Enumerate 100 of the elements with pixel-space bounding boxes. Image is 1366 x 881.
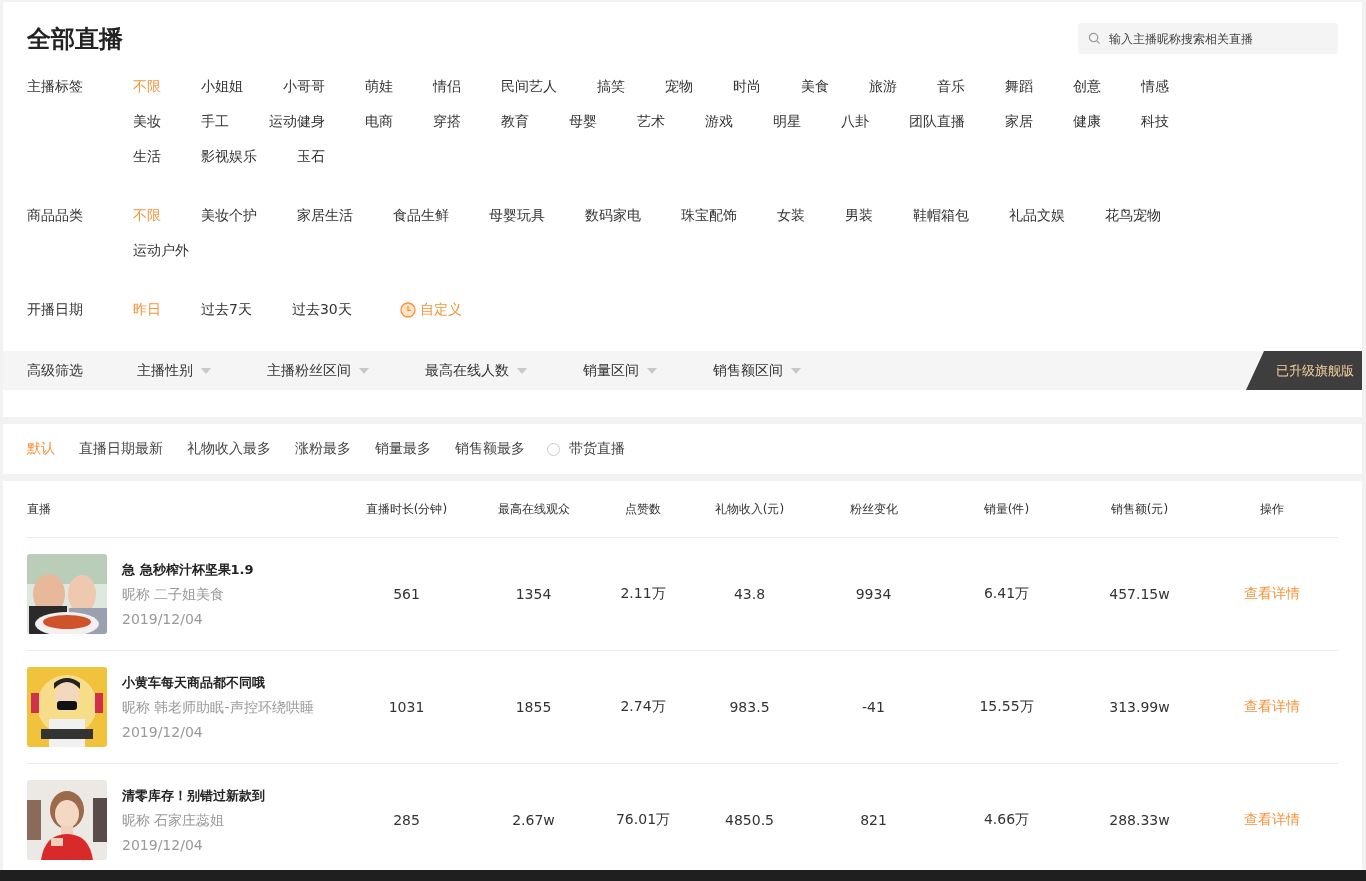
filter-option[interactable]: 游戏 — [705, 104, 733, 139]
filter-option[interactable]: 科技 — [1141, 104, 1169, 139]
goods-live-toggle[interactable]: 带货直播 — [547, 440, 625, 458]
column-header: 礼物收入(元) — [713, 500, 786, 518]
table-cell: 2.67w — [512, 812, 555, 828]
table-cell: 2.11万 — [620, 585, 666, 601]
filter-option[interactable]: 情感 — [1141, 69, 1169, 104]
filter-option[interactable]: 萌娃 — [365, 69, 393, 104]
filter-option[interactable]: 母婴玩具 — [489, 198, 545, 233]
filter-option[interactable]: 女装 — [777, 198, 805, 233]
live-date: 2019/12/04 — [122, 837, 204, 853]
filter-dropdown[interactable]: 主播粉丝区间 — [267, 361, 369, 380]
filter-option[interactable]: 电商 — [365, 104, 393, 139]
filter-option[interactable]: 八卦 — [841, 104, 869, 139]
filter-option[interactable]: 影视娱乐 — [201, 139, 257, 174]
column-header: 粉丝变化 — [848, 500, 899, 518]
filter-option[interactable]: 美妆个护 — [201, 198, 257, 233]
filter-option[interactable]: 教育 — [501, 104, 529, 139]
table-cell: 288.33w — [1109, 812, 1170, 828]
upgrade-badge: 已升级旗舰版 — [1246, 351, 1362, 390]
column-header: 直播时长(分钟) — [364, 500, 449, 518]
filter-option[interactable]: 运动户外 — [133, 233, 189, 268]
filter-option[interactable]: 音乐 — [937, 69, 965, 104]
caret-icon — [647, 367, 657, 374]
filter-option[interactable]: 艺术 — [637, 104, 665, 139]
table-cell: 2.74万 — [620, 698, 666, 714]
table-cell: -41 — [862, 699, 885, 715]
table-cell: 313.99w — [1109, 699, 1170, 715]
filter-option[interactable]: 小姐姐 — [201, 69, 243, 104]
column-header: 销售额(元) — [1109, 500, 1170, 518]
filter-option[interactable]: 宠物 — [665, 69, 693, 104]
filter-option[interactable]: 家居生活 — [297, 198, 353, 233]
filter-option[interactable]: 民间艺人 — [501, 69, 557, 104]
filter-option[interactable]: 舞蹈 — [1005, 69, 1033, 104]
sort-option[interactable]: 销量最多 — [375, 440, 431, 458]
caret-icon — [791, 367, 801, 374]
filter-option[interactable]: 数码家电 — [585, 198, 641, 233]
filter-option[interactable]: 时尚 — [733, 69, 761, 104]
anchor-nickname: 昵称 韩老师助眠-声控环绕哄睡 — [122, 699, 314, 717]
radio-icon[interactable] — [547, 442, 560, 456]
page-title: 全部直播 — [27, 23, 123, 55]
filter-option[interactable]: 花鸟宠物 — [1105, 198, 1161, 233]
table-cell: 76.01万 — [615, 811, 671, 827]
filter-option[interactable]: 情侣 — [433, 69, 461, 104]
filter-option[interactable]: 美妆 — [133, 104, 161, 139]
table-cell: 15.55万 — [979, 698, 1034, 714]
search-field[interactable]: 输入主播昵称搜索相关直播 — [1078, 23, 1338, 54]
filter-option[interactable]: 搞笑 — [597, 69, 625, 104]
filter-option[interactable]: 小哥哥 — [283, 69, 325, 104]
filter-option[interactable]: 礼品文娱 — [1009, 198, 1065, 233]
filter-option[interactable]: 明星 — [773, 104, 801, 139]
filter-option[interactable]: 过去30天 — [291, 292, 352, 327]
filter-option[interactable]: 旅游 — [869, 69, 897, 104]
filter-dropdown[interactable]: 销售额区间 — [713, 361, 801, 380]
table-cell: 1855 — [515, 699, 552, 715]
filter-option[interactable]: 生活 — [133, 139, 161, 174]
column-header: 点赞数 — [624, 500, 662, 518]
filter-option[interactable]: 手工 — [201, 104, 229, 139]
filter-option[interactable]: 创意 — [1073, 69, 1101, 104]
clock-icon — [399, 301, 416, 318]
live-title: 急 急秒榨汁杯坚果1.9 — [122, 561, 254, 579]
filter-option[interactable]: 运动健身 — [269, 104, 325, 139]
column-header: 销量(件) — [982, 500, 1031, 518]
table-cell: 983.5 — [729, 699, 770, 715]
filter-dropdown[interactable]: 主播性别 — [137, 361, 211, 380]
sort-option[interactable]: 涨粉最多 — [295, 440, 351, 458]
table-cell: 821 — [860, 812, 887, 828]
filter-dropdown[interactable]: 销量区间 — [583, 361, 657, 380]
filter-option[interactable]: 食品生鲜 — [393, 198, 449, 233]
filter-option[interactable]: 珠宝配饰 — [681, 198, 737, 233]
filter-option[interactable]: 健康 — [1073, 104, 1101, 139]
filter-label: 高级筛选 — [27, 361, 83, 380]
filter-label: 商品品类 — [27, 206, 84, 225]
sort-option[interactable]: 直播日期最新 — [79, 440, 163, 458]
table-cell: 1354 — [515, 586, 552, 602]
sort-option[interactable]: 礼物收入最多 — [187, 440, 271, 458]
table-cell: 4.66万 — [983, 811, 1030, 827]
filter-option[interactable]: 母婴 — [569, 104, 597, 139]
filter-option[interactable]: 男装 — [845, 198, 873, 233]
filter-option[interactable]: 玉石 — [297, 139, 325, 174]
filter-option[interactable]: 穿搭 — [433, 104, 461, 139]
table-cell: 1031 — [388, 699, 425, 715]
column-header: 直播 — [27, 500, 52, 518]
filter-option[interactable]: 鞋帽箱包 — [913, 198, 969, 233]
filter-label: 开播日期 — [27, 300, 84, 319]
table-cell: 285 — [393, 812, 420, 828]
filter-option[interactable]: 团队直播 — [909, 104, 965, 139]
table-cell: 6.41万 — [983, 585, 1030, 601]
live-date: 2019/12/04 — [122, 611, 204, 627]
filter-label: 主播标签 — [27, 77, 84, 96]
filter-option[interactable]: 家居 — [1005, 104, 1033, 139]
column-header: 最高在线观众 — [496, 500, 571, 518]
table-cell: 4850.5 — [725, 812, 774, 828]
caret-icon — [201, 367, 211, 374]
filter-option[interactable]: 美食 — [801, 69, 829, 104]
anchor-nickname: 昵称 石家庄蕊姐 — [122, 812, 226, 830]
sort-option[interactable]: 销售额最多 — [455, 440, 525, 458]
filter-dropdown[interactable]: 最高在线人数 — [425, 361, 527, 380]
caret-icon — [517, 367, 527, 374]
filter-option[interactable]: 过去7天 — [201, 292, 252, 327]
